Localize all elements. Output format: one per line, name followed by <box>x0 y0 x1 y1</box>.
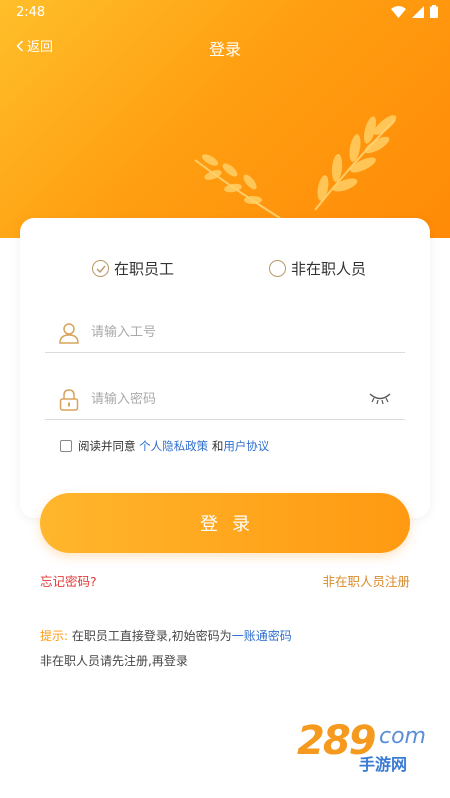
tip-label: 提示: <box>40 629 69 643</box>
radio-staff[interactable]: 在职员工 <box>92 258 174 279</box>
status-bar: 2:48 <box>0 0 450 26</box>
role-selector: 在职员工 非在职人员 <box>20 258 430 278</box>
forgot-password-link[interactable]: 忘记密码? <box>40 571 97 590</box>
wifi-icon <box>391 5 406 18</box>
header-banner: 2:48 返回 登录 <box>0 0 450 238</box>
status-time: 2:48 <box>16 5 46 20</box>
tip-highlight: 一账通密码 <box>231 629 292 643</box>
radio-staff-label: 在职员工 <box>114 260 175 278</box>
username-field <box>45 313 405 353</box>
watermark-logo: 289 com 手游网 <box>297 718 432 778</box>
agreement-row: 阅读并同意 个人隐私政策 和 用户协议 <box>60 438 269 454</box>
agree-checkbox[interactable] <box>60 440 72 452</box>
signal-icon <box>412 5 424 18</box>
radio-checked-icon <box>92 260 109 277</box>
tip-line-1-text: 在职员工直接登录,初始密码为 <box>68 629 232 643</box>
login-card: 在职员工 非在职人员 阅读并同意 个人隐私政策 和 用户协议 <box>20 218 430 518</box>
radio-unchecked-icon <box>269 260 286 277</box>
non-staff-register-link[interactable]: 非在职人员注册 <box>322 571 410 590</box>
user-agreement-link[interactable]: 用户协议 <box>223 438 269 454</box>
radio-non-staff[interactable]: 非在职人员 <box>269 258 366 279</box>
tip-line-1: 提示: 在职员工直接登录,初始密码为一账通密码 <box>40 624 292 649</box>
lock-icon <box>57 388 81 412</box>
login-button[interactable]: 登录 <box>40 493 410 553</box>
agree-prefix: 阅读并同意 <box>78 439 136 453</box>
user-icon <box>57 321 81 345</box>
tips-block: 提示: 在职员工直接登录,初始密码为一账通密码 非在职人员请先注册,再登录 <box>40 624 292 674</box>
watermark-domain: com <box>379 724 426 749</box>
status-icons <box>391 5 438 18</box>
privacy-policy-link[interactable]: 个人隐私政策 <box>139 438 208 454</box>
eye-closed-icon[interactable] <box>369 390 391 409</box>
username-input[interactable] <box>91 325 341 340</box>
watermark-subtitle: 手游网 <box>359 755 408 774</box>
password-field <box>45 380 405 420</box>
wheat-decoration <box>194 115 397 219</box>
password-input[interactable] <box>91 392 341 407</box>
radio-non-staff-label: 非在职人员 <box>291 260 367 278</box>
page-title: 登录 <box>208 40 241 59</box>
battery-icon <box>430 5 438 18</box>
tip-line-2: 非在职人员请先注册,再登录 <box>40 654 188 668</box>
agree-and-text: 和 <box>211 439 224 453</box>
